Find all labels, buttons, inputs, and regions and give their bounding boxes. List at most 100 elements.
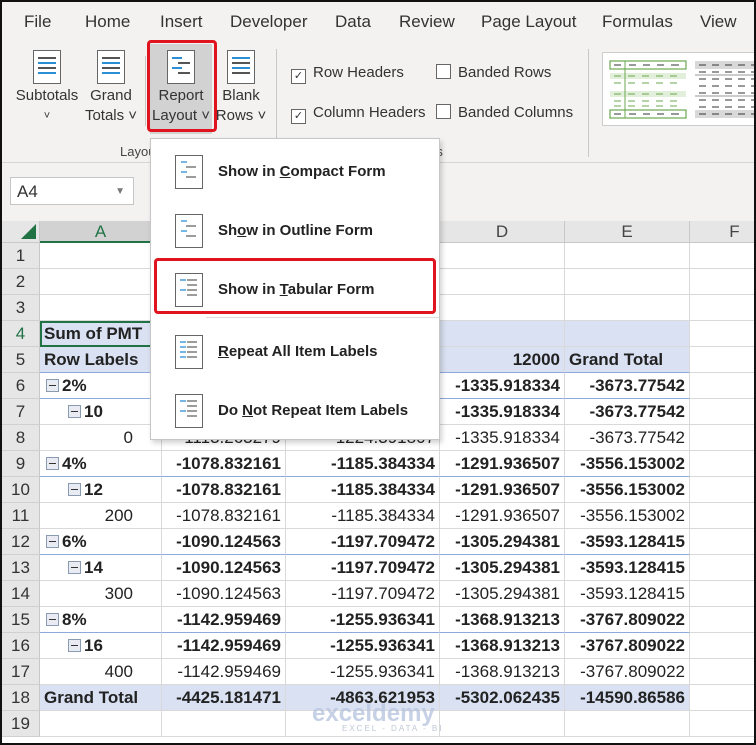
pivot-value-cell[interactable]: -3673.77542 xyxy=(565,373,690,399)
cell[interactable] xyxy=(440,711,565,737)
row-header[interactable]: 7 xyxy=(2,399,40,425)
row-header[interactable]: 14 xyxy=(2,581,40,607)
cell[interactable] xyxy=(162,711,286,737)
pivot-row-label[interactable]: 0 xyxy=(40,425,162,451)
blank-rows-button[interactable]: Blank Rows ˅ xyxy=(214,44,268,134)
cell[interactable] xyxy=(565,243,690,269)
row-header[interactable]: 19 xyxy=(2,711,40,737)
grand-total-row-label[interactable]: Grand Total xyxy=(40,685,162,711)
row-header[interactable]: 11 xyxy=(2,503,40,529)
pivot-row-label[interactable]: 4% xyxy=(40,451,162,477)
cell[interactable] xyxy=(690,269,754,295)
row-header[interactable]: 5 xyxy=(2,347,40,373)
collapse-icon[interactable] xyxy=(68,405,81,418)
menu-item-compact-form[interactable]: Show in Compact Form xyxy=(151,143,439,201)
pivot-value-cell[interactable]: -1255.936341 xyxy=(286,659,440,685)
cell[interactable] xyxy=(690,503,754,529)
row-header[interactable]: 18 xyxy=(2,685,40,711)
pivot-value-cell[interactable]: -1255.936341 xyxy=(286,607,440,633)
cell[interactable] xyxy=(690,711,754,737)
pivot-value-cell[interactable]: -3593.128415 xyxy=(565,581,690,607)
column-headers-checkbox[interactable]: ✓ Column Headers xyxy=(291,104,426,124)
pivot-value-cell[interactable]: -1185.384334 xyxy=(286,477,440,503)
cell[interactable] xyxy=(440,269,565,295)
cell[interactable] xyxy=(40,295,162,321)
pivot-row-label[interactable]: 400 xyxy=(40,659,162,685)
collapse-icon[interactable] xyxy=(68,561,81,574)
grand-total-value[interactable]: -5302.062435 xyxy=(440,685,565,711)
tab-review[interactable]: Review xyxy=(399,12,455,32)
pivot-value-cell[interactable]: -1291.936507 xyxy=(440,477,565,503)
pivot-row-label[interactable]: 16 xyxy=(40,633,162,659)
cell[interactable] xyxy=(690,555,754,581)
collapse-icon[interactable] xyxy=(68,639,81,652)
pivot-value-cell[interactable]: -1335.918334 xyxy=(440,373,565,399)
row-headers-checkbox[interactable]: ✓ Row Headers xyxy=(291,64,404,84)
pivot-value-cell[interactable]: -1368.913213 xyxy=(440,607,565,633)
pivot-value-cell[interactable]: -1078.832161 xyxy=(162,477,286,503)
pivot-value-cell[interactable]: -1142.959469 xyxy=(162,659,286,685)
chevron-down-icon[interactable]: ▼ xyxy=(115,178,125,206)
tab-data[interactable]: Data xyxy=(335,12,371,32)
cell[interactable] xyxy=(440,243,565,269)
tab-file[interactable]: File xyxy=(24,12,51,32)
row-header[interactable]: 12 xyxy=(2,529,40,555)
pivot-value-cell[interactable]: -1368.913213 xyxy=(440,659,565,685)
column-header-f[interactable]: F xyxy=(690,221,754,243)
pivot-style-gallery[interactable] xyxy=(602,52,754,126)
pivot-value-cell[interactable]: -1142.959469 xyxy=(162,607,286,633)
pivot-row-label[interactable]: 300 xyxy=(40,581,162,607)
pivot-value-cell[interactable]: -1291.936507 xyxy=(440,503,565,529)
pivot-value-cell[interactable]: -1078.832161 xyxy=(162,451,286,477)
pivot-value-cell[interactable]: -3673.77542 xyxy=(565,425,690,451)
pivot-row-label[interactable]: 8% xyxy=(40,607,162,633)
cell[interactable] xyxy=(690,607,754,633)
cell[interactable] xyxy=(690,451,754,477)
cell[interactable] xyxy=(440,295,565,321)
pivot-row-label[interactable]: 6% xyxy=(40,529,162,555)
row-labels-cell[interactable]: Row Labels xyxy=(40,347,162,373)
cell[interactable] xyxy=(690,529,754,555)
tab-insert[interactable]: Insert xyxy=(160,12,203,32)
pivot-row-label[interactable]: 10 xyxy=(40,399,162,425)
pivot-value-cell[interactable]: -3767.809022 xyxy=(565,659,690,685)
tab-formulas[interactable]: Formulas xyxy=(602,12,673,32)
cell[interactable] xyxy=(690,425,754,451)
pivot-value-cell[interactable]: -1255.936341 xyxy=(286,633,440,659)
pivot-title-cell[interactable]: Sum of PMT xyxy=(40,321,162,347)
pivot-value-cell[interactable]: -1305.294381 xyxy=(440,529,565,555)
collapse-icon[interactable] xyxy=(68,483,81,496)
cell[interactable] xyxy=(690,659,754,685)
pivot-value-cell[interactable]: -1197.709472 xyxy=(286,581,440,607)
pivot-value-cell[interactable]: -1078.832161 xyxy=(162,503,286,529)
pivot-value-cell[interactable]: -3556.153002 xyxy=(565,451,690,477)
pivot-row-label[interactable]: 12 xyxy=(40,477,162,503)
pivot-value-cell[interactable]: -3767.809022 xyxy=(565,607,690,633)
row-header[interactable]: 16 xyxy=(2,633,40,659)
menu-item-outline-form[interactable]: Show in Outline Form xyxy=(151,202,439,260)
pivot-value-cell[interactable]: -1090.124563 xyxy=(162,581,286,607)
cell[interactable] xyxy=(690,295,754,321)
cell[interactable] xyxy=(690,243,754,269)
row-header[interactable]: 15 xyxy=(2,607,40,633)
pivot-value-cell[interactable]: -1197.709472 xyxy=(286,529,440,555)
menu-item-repeat-all-item-labels[interactable]: Repeat All Item Labels xyxy=(151,323,439,381)
cell[interactable] xyxy=(40,269,162,295)
pivot-value-cell[interactable]: -1090.124563 xyxy=(162,529,286,555)
collapse-icon[interactable] xyxy=(46,535,59,548)
pivot-value-cell[interactable]: -1185.384334 xyxy=(286,503,440,529)
subtotals-button[interactable]: Subtotals ˅ xyxy=(12,44,82,134)
row-header[interactable]: 1 xyxy=(2,243,40,269)
cell[interactable] xyxy=(690,477,754,503)
banded-columns-checkbox[interactable]: Banded Columns xyxy=(436,104,573,121)
tab-view[interactable]: View xyxy=(700,12,737,32)
pivot-value-cell[interactable]: -3593.128415 xyxy=(565,529,690,555)
row-header[interactable]: 4 xyxy=(2,321,40,347)
column-header-e[interactable]: E xyxy=(565,221,690,243)
tab-page-layout[interactable]: Page Layout xyxy=(481,12,576,32)
pivot-value-cell[interactable]: -1090.124563 xyxy=(162,555,286,581)
cell[interactable] xyxy=(690,373,754,399)
pivot-value-cell[interactable]: -1335.918334 xyxy=(440,425,565,451)
row-header[interactable]: 3 xyxy=(2,295,40,321)
row-header[interactable]: 13 xyxy=(2,555,40,581)
